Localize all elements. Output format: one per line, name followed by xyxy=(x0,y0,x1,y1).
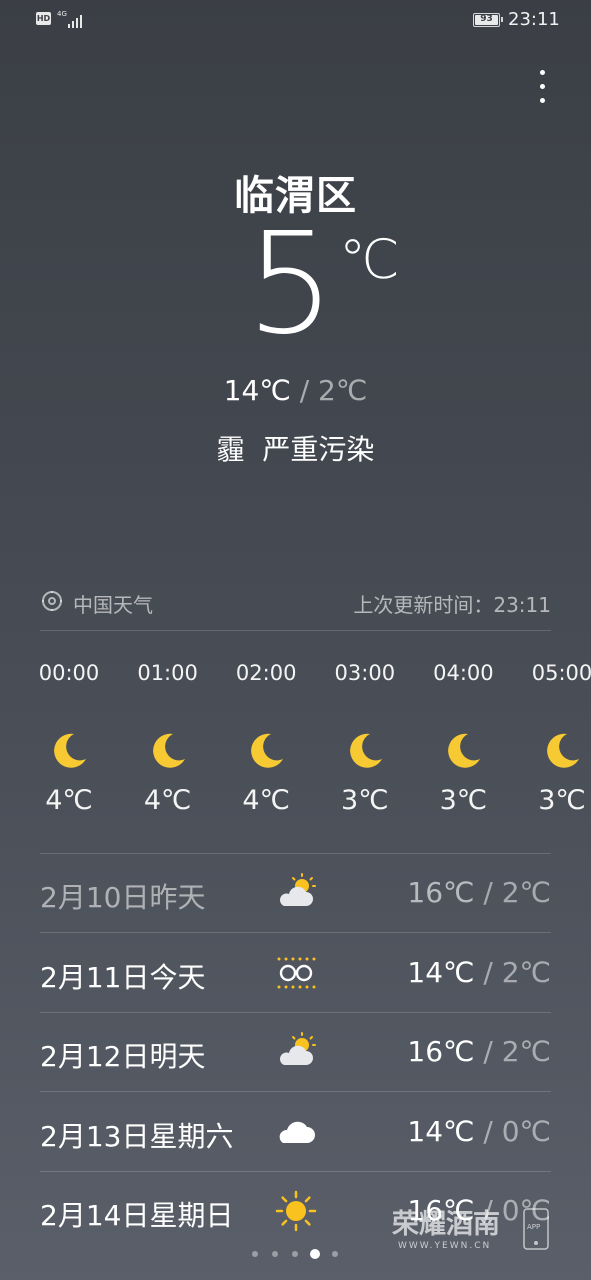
hour-time: 02:00 xyxy=(235,661,297,685)
page-dot[interactable] xyxy=(292,1251,298,1257)
page-dot[interactable] xyxy=(252,1251,258,1257)
daily-row[interactable]: 2月13日星期六 14℃ / 0℃ xyxy=(40,1093,551,1172)
hour-temperature: 4℃ xyxy=(143,785,192,816)
last-update-time: 上次更新时间：23:11 xyxy=(353,593,551,617)
more-options-button[interactable] xyxy=(528,68,556,108)
day-separator: / xyxy=(474,876,502,909)
day-separator: / xyxy=(474,955,502,989)
source-row: 中国天气 上次更新时间：23:11 xyxy=(40,585,551,619)
day-high: 16℃ xyxy=(407,1035,475,1068)
day-high: 14℃ xyxy=(407,1114,475,1148)
day-temperature-range: 14℃ / 2℃ xyxy=(407,956,551,989)
hourly-item: 05:00 3℃ xyxy=(513,658,591,816)
day-low: 0℃ xyxy=(501,1114,551,1148)
battery-level: 93 xyxy=(480,14,493,24)
day-label: 2月11日今天 xyxy=(40,960,206,994)
partly-cloudy-icon xyxy=(275,872,317,914)
hour-temperature: 3℃ xyxy=(538,785,586,816)
day-label: 2月13日星期六 xyxy=(40,1119,234,1153)
hourly-item: 02:00 4℃ xyxy=(217,658,315,816)
daily-row[interactable]: 2月11日今天 14℃ / 2℃ xyxy=(40,934,551,1013)
moon-icon xyxy=(443,731,483,771)
day-label: 2月14日星期日 xyxy=(40,1199,234,1232)
cloudy-icon xyxy=(275,1111,317,1153)
haze-icon xyxy=(275,952,317,994)
high-low-temperature: 14℃ / 2℃ xyxy=(0,374,591,407)
watermark-brand: 荣耀酒南 xyxy=(392,1209,500,1240)
hour-time: 03:00 xyxy=(334,661,396,685)
watermark-app: APP xyxy=(527,1223,540,1231)
daily-row[interactable]: 2月12日明天 16℃ / 2℃ xyxy=(40,1013,551,1092)
page-dot-active[interactable] xyxy=(310,1249,320,1259)
hd-icon: HD xyxy=(36,12,51,25)
day-high: 14℃ xyxy=(407,955,475,989)
page-dot[interactable] xyxy=(272,1251,278,1257)
moon-icon xyxy=(345,731,385,771)
sunny-icon xyxy=(275,1190,317,1232)
battery-icon: 93 xyxy=(473,13,503,27)
more-dot-icon xyxy=(540,70,545,75)
moon-icon xyxy=(246,731,286,771)
page-dot[interactable] xyxy=(332,1251,338,1257)
hour-time: 05:00 xyxy=(531,661,591,685)
current-temperature: 5 xyxy=(246,203,336,366)
status-clock: 23:11 xyxy=(508,9,560,30)
weather-condition: 霾 严重污染 xyxy=(216,433,375,466)
day-separator: / xyxy=(474,1114,502,1148)
hourly-item: 03:00 3℃ xyxy=(316,658,414,816)
day-temperature-range: 16℃ / 2℃ xyxy=(407,1035,551,1068)
day-low: 2℃ xyxy=(501,876,551,909)
moon-icon xyxy=(148,731,188,771)
moon-icon xyxy=(542,731,582,771)
hour-time: 04:00 xyxy=(433,661,494,685)
day-label: 2月10日昨天 xyxy=(40,881,206,914)
day-high: 16℃ xyxy=(407,876,475,909)
hour-time: 00:00 xyxy=(38,661,100,685)
today-high: 14℃ xyxy=(223,374,291,407)
source-label[interactable]: 中国天气 xyxy=(73,589,153,618)
day-low: 2℃ xyxy=(501,955,551,989)
hour-temperature: 3℃ xyxy=(341,785,389,816)
watermark-domain: WWW.YEWN.CN xyxy=(398,1241,491,1251)
watermark-logo: 荣耀酒南 WWW.YEWN.CN APP xyxy=(392,1208,549,1251)
hourly-item: 04:00 3℃ xyxy=(414,658,512,816)
day-low: 2℃ xyxy=(501,1035,551,1068)
day-temperature-range: 16℃ / 2℃ xyxy=(407,876,551,909)
partly-cloudy-icon xyxy=(275,1031,317,1073)
divider xyxy=(40,630,551,631)
hour-temperature: 4℃ xyxy=(45,785,93,816)
today-low: 2℃ xyxy=(318,374,368,407)
hour-temperature: 4℃ xyxy=(242,785,290,816)
more-dot-icon xyxy=(540,98,545,103)
china-weather-logo-icon xyxy=(42,591,62,611)
day-temperature-range: 14℃ / 0℃ xyxy=(407,1115,551,1148)
signal-icon xyxy=(66,12,86,28)
day-separator: / xyxy=(474,1035,502,1068)
hour-time: 01:00 xyxy=(137,661,198,685)
hilo-separator: / xyxy=(299,374,319,407)
temperature-unit: ℃ xyxy=(339,228,400,291)
status-bar: HD 4G 93 23:11 xyxy=(0,0,591,40)
hourly-item: 01:00 4℃ xyxy=(119,658,217,816)
more-dot-icon xyxy=(540,84,545,89)
daily-row[interactable]: 2月10日昨天 16℃ / 2℃ xyxy=(40,854,551,933)
hourly-item: 00:00 4℃ xyxy=(20,658,118,816)
moon-icon xyxy=(49,731,89,771)
day-label: 2月12日明天 xyxy=(40,1040,206,1073)
hour-temperature: 3℃ xyxy=(439,785,488,816)
